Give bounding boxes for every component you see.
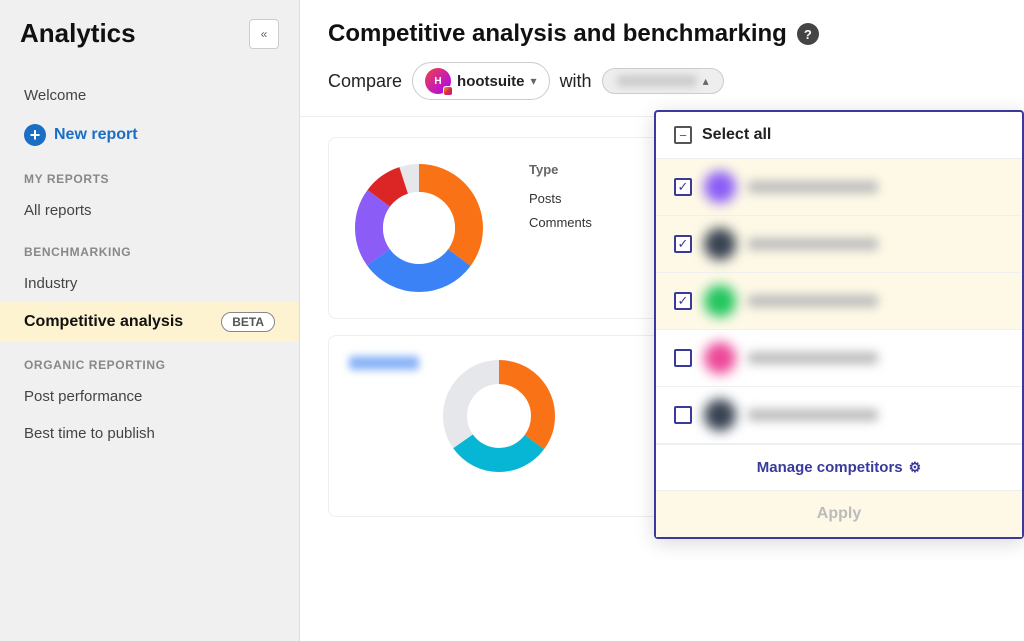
item-avatar bbox=[704, 171, 736, 203]
my-reports-section: MY REPORTS bbox=[0, 156, 299, 192]
manage-competitors-link[interactable]: Manage competitors ⚙ bbox=[656, 444, 1022, 491]
apply-button[interactable]: Apply bbox=[674, 505, 1004, 523]
item-checkbox[interactable]: ✓ bbox=[674, 235, 692, 253]
item-name bbox=[748, 181, 878, 193]
blurred-label-area bbox=[349, 356, 419, 378]
list-item[interactable]: ✓ bbox=[656, 159, 1022, 216]
main-content: Competitive analysis and benchmarking ? … bbox=[300, 0, 1024, 641]
new-report-button[interactable]: + New report bbox=[0, 114, 299, 156]
item-name bbox=[748, 352, 878, 364]
competitive-analysis-label: Competitive analysis bbox=[24, 313, 183, 331]
item-checkbox[interactable]: ✓ bbox=[674, 292, 692, 310]
donut-chart-2 bbox=[439, 356, 579, 496]
new-report-label: New report bbox=[54, 126, 138, 144]
collapse-button[interactable]: « bbox=[249, 19, 279, 49]
select-all-row[interactable]: − Select all bbox=[656, 112, 1022, 159]
list-item[interactable] bbox=[656, 330, 1022, 387]
page-title: Competitive analysis and benchmarking bbox=[328, 20, 787, 48]
avatar: H bbox=[425, 68, 451, 94]
blurred-label bbox=[349, 356, 419, 370]
account-selector[interactable]: H hootsuite ▾ bbox=[412, 62, 550, 100]
item-checkbox[interactable] bbox=[674, 406, 692, 424]
comments-label: Comments bbox=[519, 211, 650, 234]
competitors-dropdown: − Select all ✓ ✓ ✓ bbox=[654, 110, 1024, 539]
title-row: Competitive analysis and benchmarking ? bbox=[328, 20, 996, 48]
list-item[interactable] bbox=[656, 387, 1022, 444]
item-name bbox=[748, 238, 878, 250]
apply-section: Apply bbox=[656, 491, 1022, 537]
chevron-up-icon: ▴ bbox=[703, 74, 709, 88]
donut-chart bbox=[349, 158, 489, 298]
type-header: Type bbox=[519, 158, 650, 185]
item-avatar bbox=[704, 342, 736, 374]
list-item[interactable]: ✓ bbox=[656, 216, 1022, 273]
item-checkbox[interactable]: ✓ bbox=[674, 178, 692, 196]
instagram-badge bbox=[443, 86, 453, 96]
gear-icon: ⚙ bbox=[909, 459, 922, 476]
sidebar-header: Analytics « bbox=[0, 0, 299, 67]
account-name: hootsuite bbox=[457, 73, 525, 90]
sidebar: Analytics « Welcome + New report MY REPO… bbox=[0, 0, 300, 641]
beta-badge: BETA bbox=[221, 312, 275, 332]
item-checkbox[interactable] bbox=[674, 349, 692, 367]
sidebar-nav: Welcome + New report MY REPORTS All repo… bbox=[0, 67, 299, 641]
help-icon[interactable]: ? bbox=[797, 23, 819, 45]
sidebar-item-all-reports[interactable]: All reports bbox=[0, 192, 299, 229]
sidebar-item-competitive-analysis[interactable]: Competitive analysis BETA bbox=[0, 302, 299, 342]
new-report-icon: + bbox=[24, 124, 46, 146]
with-selector[interactable]: ▴ bbox=[602, 68, 724, 94]
select-all-checkbox[interactable]: − bbox=[674, 126, 692, 144]
main-header: Competitive analysis and benchmarking ? … bbox=[300, 0, 1024, 117]
sidebar-item-post-performance[interactable]: Post performance bbox=[0, 378, 299, 415]
compare-label: Compare bbox=[328, 71, 402, 92]
item-avatar bbox=[704, 285, 736, 317]
posts-label: Posts bbox=[519, 185, 650, 211]
compare-row: Compare H hootsuite ▾ with ▴ bbox=[328, 62, 996, 100]
sidebar-item-welcome[interactable]: Welcome bbox=[0, 77, 299, 114]
sidebar-item-best-time[interactable]: Best time to publish bbox=[0, 415, 299, 452]
item-name bbox=[748, 295, 878, 307]
benchmarking-section: BENCHMARKING bbox=[0, 229, 299, 265]
manage-label: Manage competitors ⚙ bbox=[674, 459, 1004, 476]
dropdown-items: ✓ ✓ ✓ bbox=[656, 159, 1022, 444]
select-all-label: Select all bbox=[702, 126, 771, 144]
sidebar-title: Analytics bbox=[20, 18, 136, 49]
sidebar-item-industry[interactable]: Industry bbox=[0, 265, 299, 302]
with-blurred bbox=[617, 75, 697, 87]
with-label: with bbox=[560, 71, 592, 92]
list-item[interactable]: ✓ bbox=[656, 273, 1022, 330]
item-name bbox=[748, 409, 878, 421]
item-avatar bbox=[704, 399, 736, 431]
organic-reporting-section: ORGANIC REPORTING bbox=[0, 342, 299, 378]
item-avatar bbox=[704, 228, 736, 260]
chevron-down-icon: ▾ bbox=[531, 74, 537, 88]
